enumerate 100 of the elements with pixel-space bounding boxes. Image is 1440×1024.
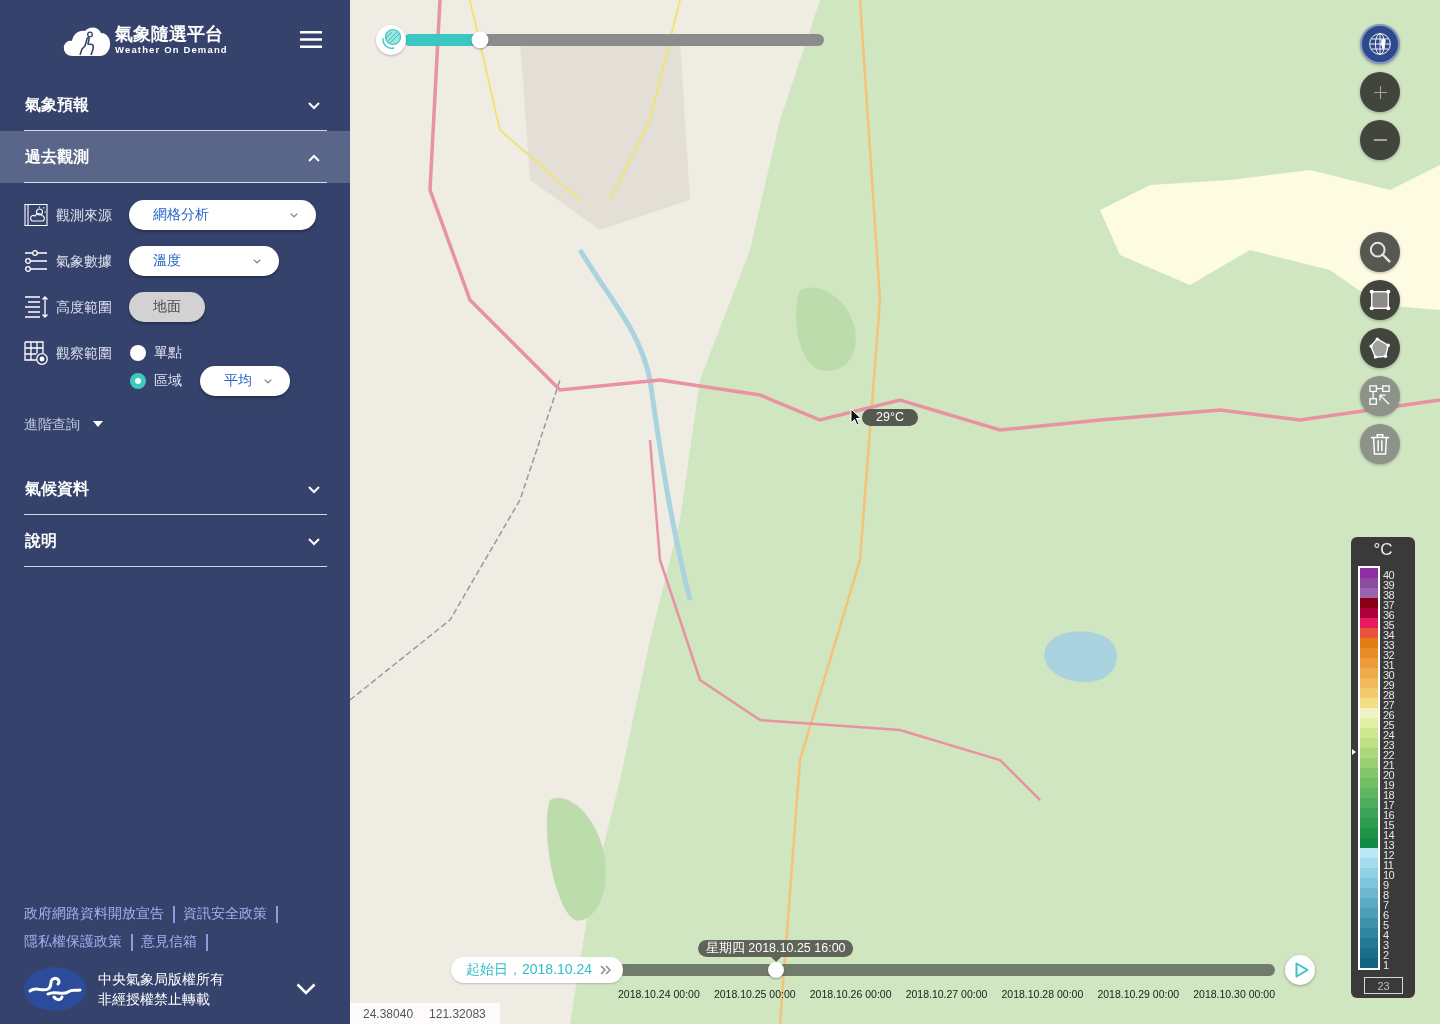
play-icon xyxy=(1294,962,1309,978)
accordion-header[interactable]: 過去觀測 xyxy=(0,131,350,183)
readonly-field: 地面 xyxy=(129,292,205,322)
field-label: 高度範圍 xyxy=(56,298,112,317)
chevron-down-icon xyxy=(253,258,261,264)
accordion-header[interactable]: 說明 xyxy=(0,515,350,567)
legend-label: 5 xyxy=(1383,920,1390,930)
advanced-query-toggle[interactable]: 進階查詢 xyxy=(24,414,103,434)
polygon-icon xyxy=(1369,337,1391,359)
legend-label: 14 xyxy=(1383,830,1395,840)
legend-label: 24 xyxy=(1383,730,1395,740)
legend-label: 23 xyxy=(1383,740,1395,750)
footer-link[interactable]: 意見信箱 xyxy=(141,933,197,951)
timeline-thumb[interactable] xyxy=(767,962,784,978)
footer-link[interactable]: 隱私權保護政策 xyxy=(24,933,122,951)
dropdown-field[interactable]: 溫度 xyxy=(129,246,279,276)
legend-label: 7 xyxy=(1383,900,1390,910)
radio-button[interactable] xyxy=(130,373,146,389)
radio-button[interactable] xyxy=(130,345,146,361)
legend-label: 39 xyxy=(1383,580,1395,590)
menu-button[interactable] xyxy=(300,31,322,48)
time-tooltip: 星期四 2018.10.25 16:00 xyxy=(697,940,854,962)
legend-label: 25 xyxy=(1383,720,1395,730)
chevron-down-icon xyxy=(308,537,320,546)
legend-label: 6 xyxy=(1383,910,1390,920)
legend-label: 31 xyxy=(1383,660,1395,670)
legend-label: 16 xyxy=(1383,810,1395,820)
chevron-down-icon xyxy=(264,378,272,384)
legend-label: 34 xyxy=(1383,630,1395,640)
legend-label: 22 xyxy=(1383,750,1395,760)
legend-label: 38 xyxy=(1383,590,1395,600)
legend-label: 20 xyxy=(1383,770,1395,780)
time-tick-label: 2018.10.29 00:00 xyxy=(1097,988,1180,1000)
legend-label: 28 xyxy=(1383,690,1395,700)
legend-label: 32 xyxy=(1383,650,1395,660)
radio-label[interactable]: 區域 xyxy=(154,372,182,390)
search-icon xyxy=(1369,241,1391,263)
coordinate-text: 121.32083 xyxy=(429,1006,486,1021)
legend-label: 37 xyxy=(1383,600,1395,610)
dropdown-field[interactable]: 網格分析 xyxy=(129,200,316,230)
chevron-down-icon xyxy=(308,485,320,494)
time-tick-label: 2018.10.30 00:00 xyxy=(1193,988,1275,1000)
plus-icon xyxy=(1373,85,1387,99)
time-tick-label: 2018.10.25 00:00 xyxy=(713,988,796,1000)
time-tick-label: 2018.10.26 00:00 xyxy=(809,988,892,1000)
legend-label: 40 xyxy=(1383,570,1395,580)
copyright-text: 中央氣象局版權所有 非經授權禁止轉載 xyxy=(98,970,224,1009)
hatched-globe-icon xyxy=(376,25,406,55)
field-label: 觀測來源 xyxy=(56,206,112,225)
sliders-icon xyxy=(24,249,48,273)
caret-down-icon xyxy=(93,421,103,427)
legend-label: 33 xyxy=(1383,640,1395,650)
legend-label: 12 xyxy=(1383,850,1395,860)
legend-label: 30 xyxy=(1383,670,1395,680)
value-tooltip: 29°C xyxy=(862,409,918,426)
chevron-down-icon xyxy=(308,101,320,110)
swirl-logo-icon xyxy=(24,967,86,1011)
weather-image-icon xyxy=(24,203,48,227)
accordion-header[interactable]: 氣候資料 xyxy=(0,463,350,515)
field-label: 氣象數據 xyxy=(56,252,112,271)
trash-icon xyxy=(1369,433,1391,455)
cursor-icon xyxy=(850,408,862,426)
chevron-down-icon[interactable] xyxy=(296,983,316,995)
legend-label: 18 xyxy=(1383,790,1395,800)
footer-link[interactable]: 政府網路資料開放宣告 xyxy=(24,905,164,923)
globe-icon xyxy=(1369,33,1391,55)
opacity-slider-track[interactable] xyxy=(404,34,824,46)
coordinate-text: 24.38040 xyxy=(363,1006,414,1021)
brand-subtitle: Weather On Demand xyxy=(115,43,228,55)
legend-label: 1 xyxy=(1383,960,1390,970)
legend-label: 17 xyxy=(1383,800,1395,810)
cloud-logo-icon xyxy=(63,24,111,56)
chevron-up-icon xyxy=(308,153,320,162)
height-lines-icon xyxy=(24,295,48,319)
legend-label: 26 xyxy=(1383,710,1395,720)
legend-label: 3 xyxy=(1383,940,1390,950)
footer-link[interactable]: 資訊安全政策 xyxy=(183,905,267,923)
legend-label: 29 xyxy=(1383,680,1395,690)
legend-label: 11 xyxy=(1383,860,1395,870)
time-tick-label: 2018.10.24 00:00 xyxy=(618,988,700,1000)
dropdown-field[interactable]: 平均 xyxy=(200,366,290,396)
time-tick-label: 2018.10.28 00:00 xyxy=(1001,988,1084,1000)
legend-label: 19 xyxy=(1383,780,1395,790)
unit-label: °C xyxy=(1373,540,1393,560)
legend-label: 35 xyxy=(1383,620,1395,630)
time-tick-label: 2018.10.27 00:00 xyxy=(905,988,988,1000)
menu-icon xyxy=(300,31,322,48)
legend-label: 2 xyxy=(1383,950,1390,960)
chevron-down-icon xyxy=(290,212,298,218)
value-box: 23 xyxy=(1364,977,1403,994)
radio-label[interactable]: 單點 xyxy=(154,344,182,362)
minus-icon xyxy=(1373,139,1387,141)
legend-label: 13 xyxy=(1383,840,1395,850)
legend-label: 15 xyxy=(1383,820,1395,830)
legend-label: 21 xyxy=(1383,760,1395,770)
square-corners-icon xyxy=(1369,289,1391,311)
legend-label: 27 xyxy=(1383,700,1395,710)
legend-label: 9 xyxy=(1383,880,1390,890)
legend-label: 8 xyxy=(1383,890,1390,900)
field-label: 觀察範圍 xyxy=(56,344,112,363)
